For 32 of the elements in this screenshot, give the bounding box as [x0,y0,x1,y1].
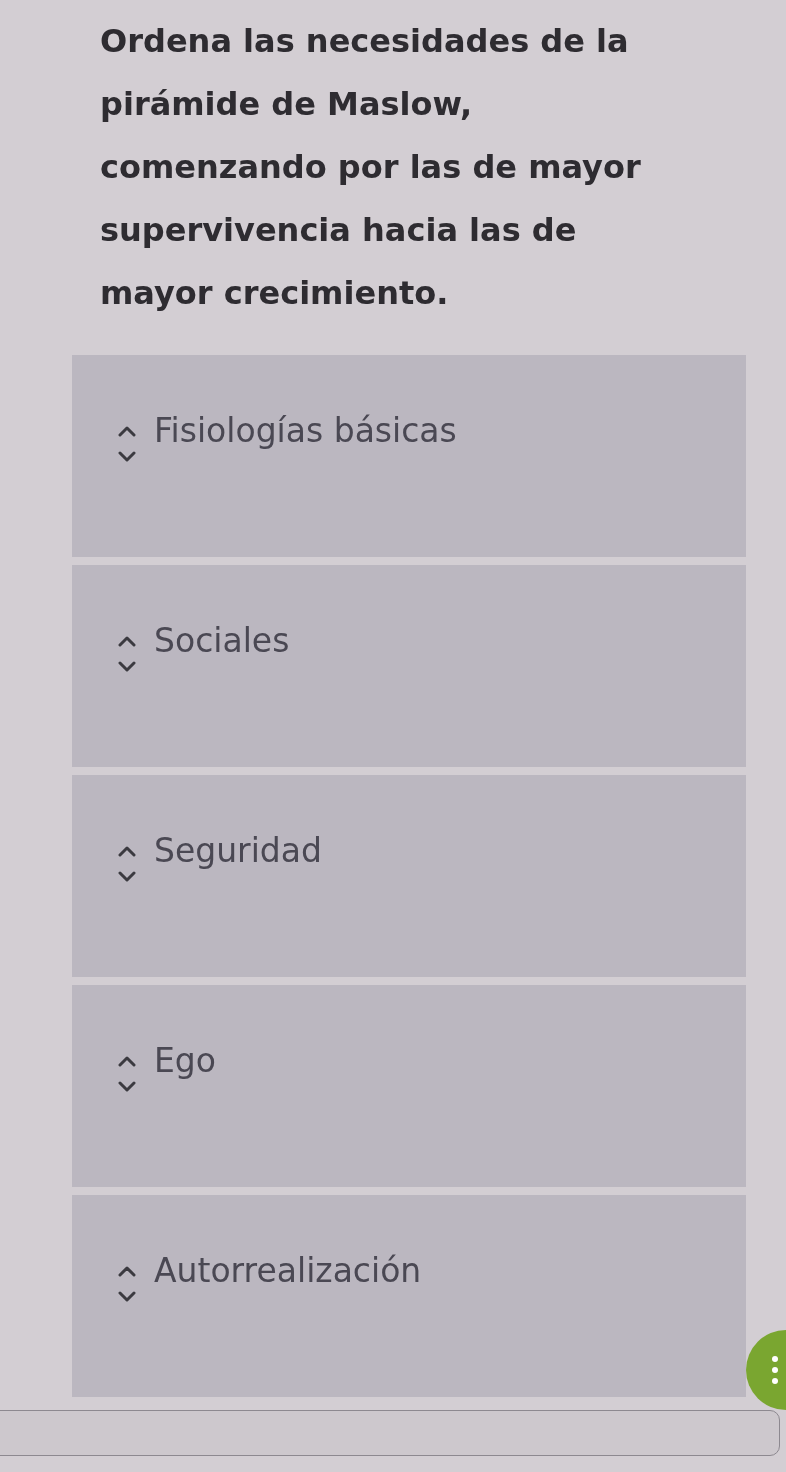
chevron-up-icon [118,425,136,437]
item-label: Seguridad [154,830,322,872]
chevron-down-icon [118,1081,136,1093]
chevron-up-icon [118,1055,136,1067]
sortable-item-card[interactable]: Sociales [72,565,746,767]
chevron-up-icon [118,1265,136,1277]
move-down-button[interactable] [118,451,136,463]
sortable-item-card[interactable]: Ego [72,985,746,1187]
sortable-item-card[interactable]: Autorrealización [72,1195,746,1397]
move-up-button[interactable] [118,425,136,437]
chevron-down-icon [118,661,136,673]
move-down-button[interactable] [118,871,136,883]
move-down-button[interactable] [118,1081,136,1093]
chevron-up-icon [118,845,136,857]
more-dots-icon [772,1356,778,1384]
sortable-item-card[interactable]: Seguridad [72,775,746,977]
move-up-button[interactable] [118,1265,136,1277]
move-up-button[interactable] [118,845,136,857]
sortable-item-card[interactable]: Fisiologías básicas [72,355,746,557]
chevron-down-icon [118,871,136,883]
item-label: Sociales [154,620,290,662]
chevron-down-icon [118,1291,136,1303]
chevron-down-icon [118,451,136,463]
move-up-button[interactable] [118,635,136,647]
move-up-button[interactable] [118,1055,136,1067]
move-down-button[interactable] [118,1291,136,1303]
question-text: Ordena las necesidades de la pirámide de Maslow, comenzando por las de mayor supervivencia hacia las de mayor crecimiento. [99,21,642,314]
item-label: Ego [154,1040,216,1082]
item-label: Fisiologías básicas [154,410,457,452]
item-label: Autorrealización [154,1250,422,1292]
chevron-up-icon [118,635,136,647]
move-down-button[interactable] [118,661,136,673]
